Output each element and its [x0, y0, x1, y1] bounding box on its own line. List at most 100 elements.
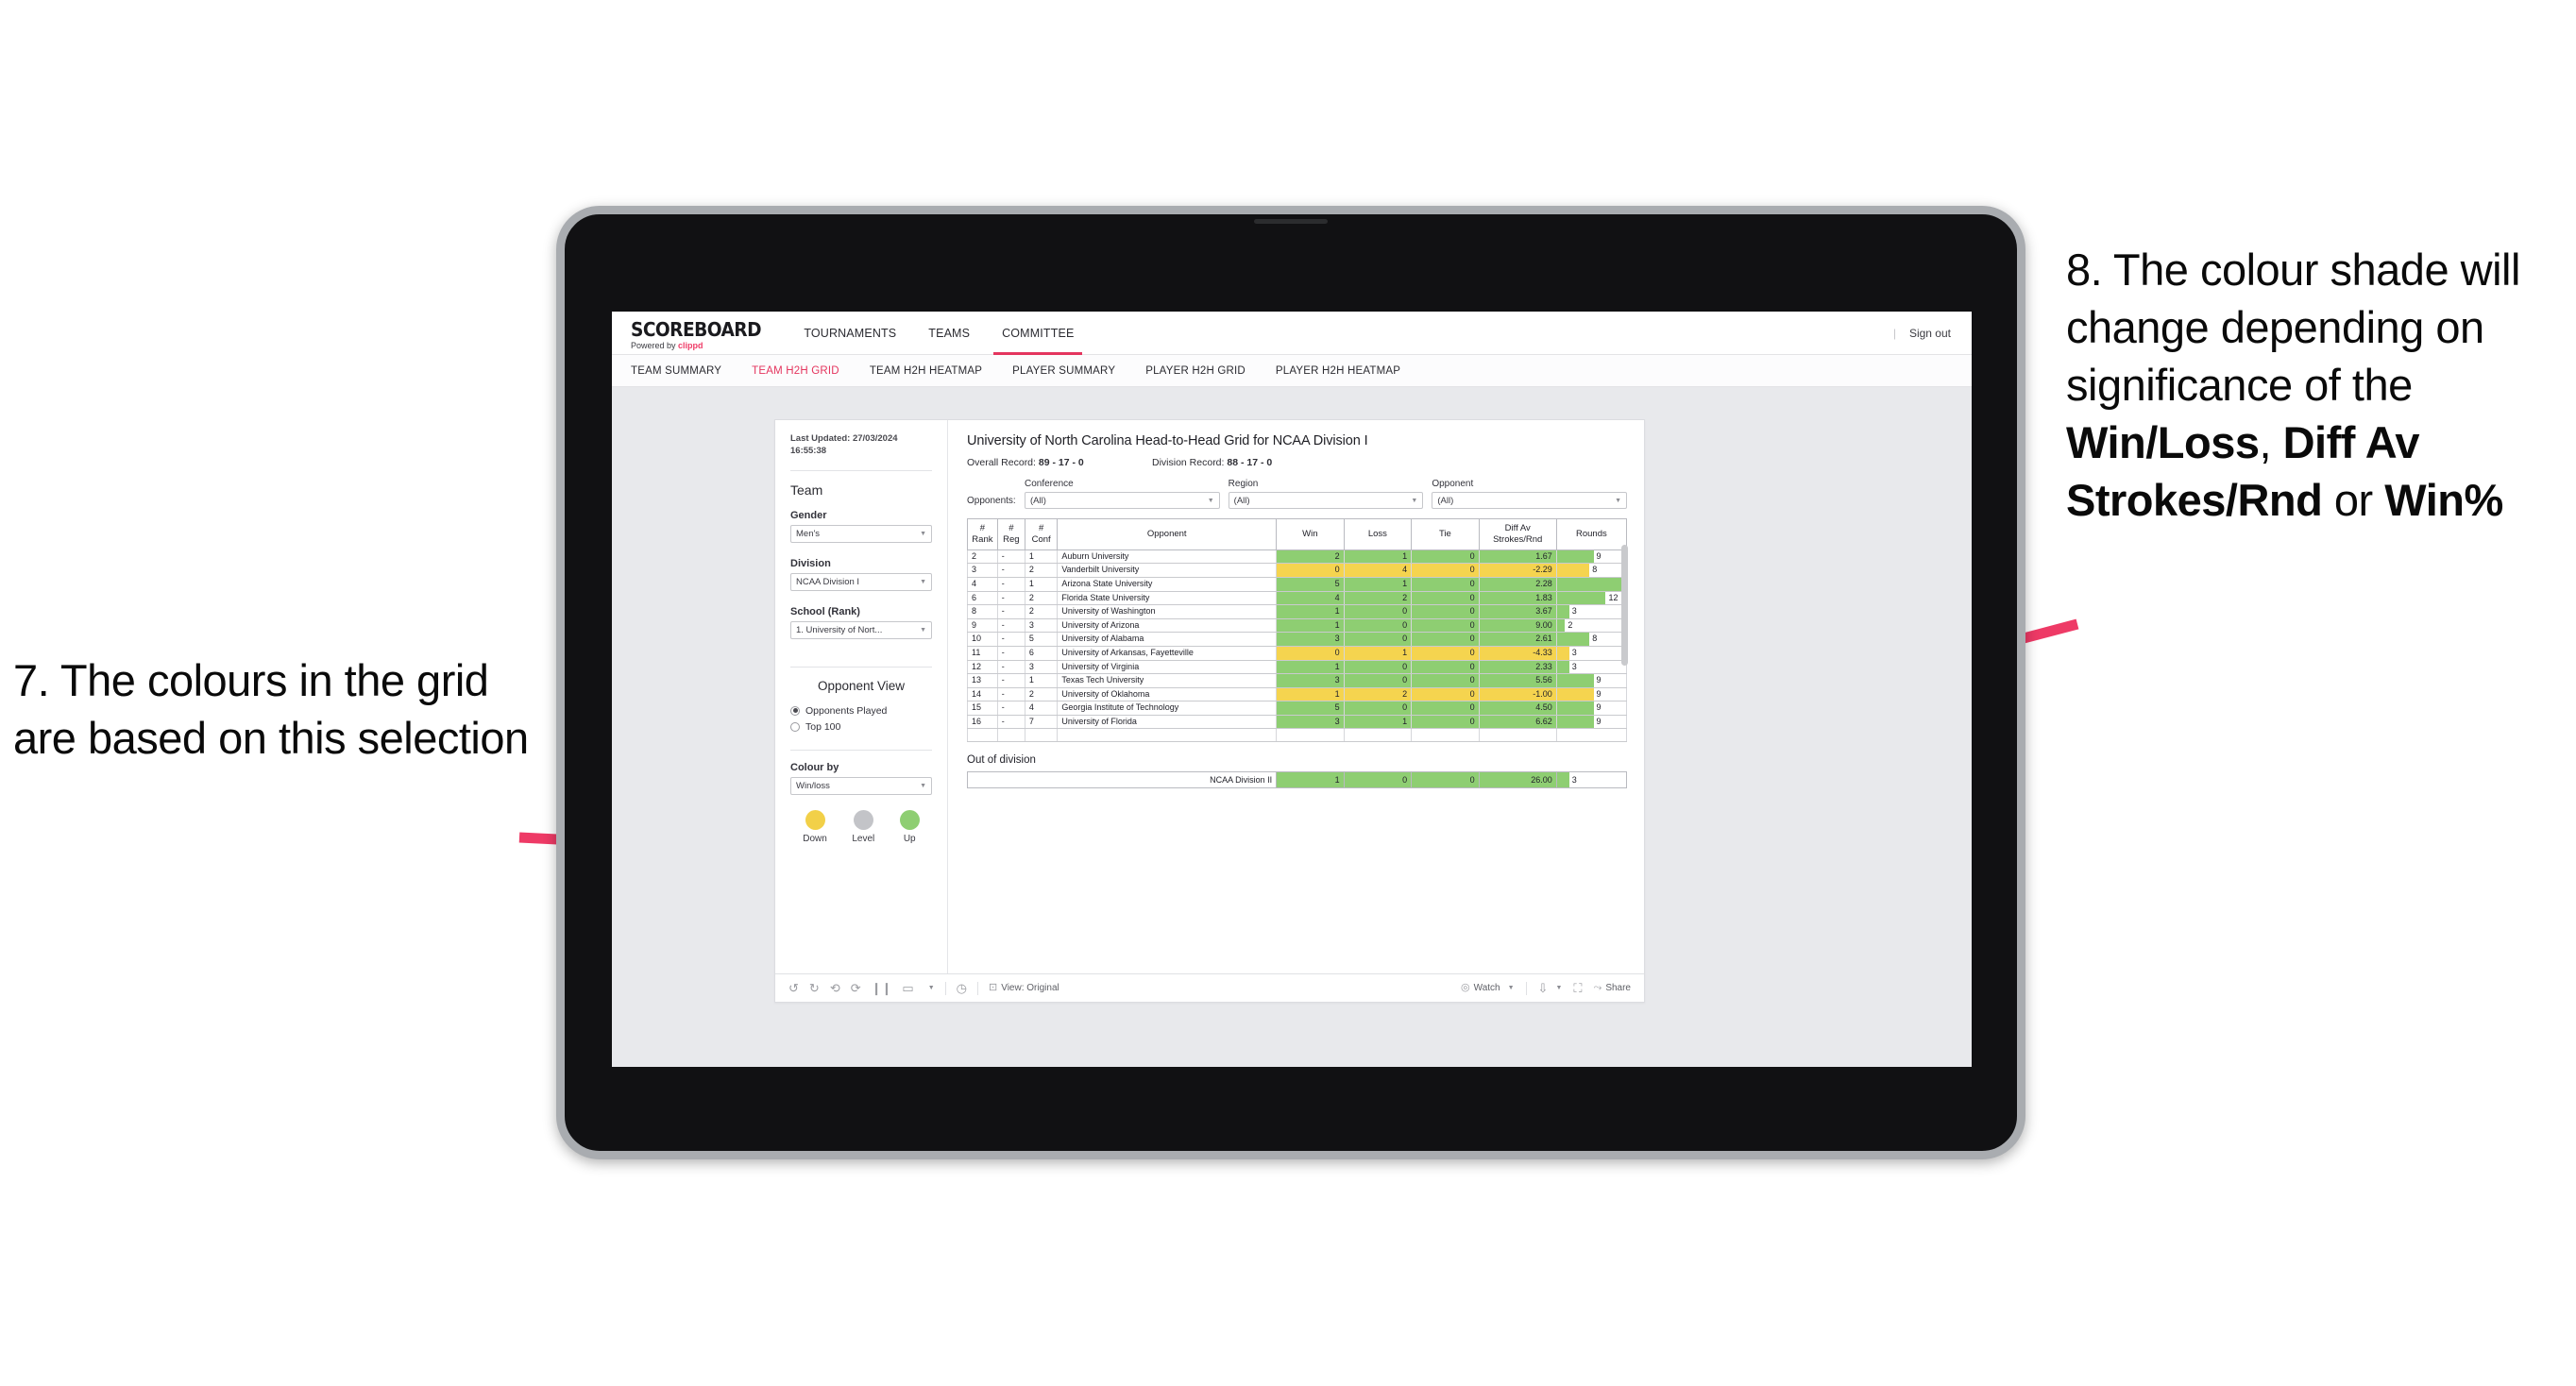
school-select[interactable]: 1. University of Nort... ▼ — [790, 620, 932, 639]
subnav-team-h2h-grid[interactable]: TEAM H2H GRID — [737, 365, 855, 377]
subnav-team-h2h-heatmap[interactable]: TEAM H2H HEATMAP — [855, 365, 997, 377]
cell-win: 3 — [1276, 715, 1345, 730]
table-row[interactable]: 4-1Arizona State University5102.2817 — [967, 577, 1628, 592]
chevron-down-icon: ▼ — [920, 626, 926, 634]
cell-rank: 9 — [967, 618, 998, 634]
cell-opponent: University of Alabama — [1057, 632, 1278, 647]
opponent-view-heading: Opponent View — [817, 678, 906, 693]
col-rounds[interactable]: Rounds — [1555, 518, 1628, 550]
rounds-value: 8 — [1592, 565, 1598, 575]
radio-top-100[interactable]: Top 100 — [790, 721, 932, 733]
cell-opponent: Auburn University — [1057, 549, 1278, 565]
undo-icon[interactable]: ↺ — [788, 982, 799, 994]
h2h-header-row: # Rank # Reg # Conf Opponent Win Loss Tie D… — [967, 518, 1628, 550]
revert-icon[interactable]: ⟲ — [830, 982, 840, 994]
chevron-down-icon: ▼ — [1615, 497, 1622, 504]
table-row[interactable]: 9-3 University of Arizona 1 0 0 9.00 2 — [967, 618, 1628, 634]
annotation-8-text-run: , — [2259, 417, 2283, 468]
table-row[interactable]: 6-2 Florida State University 4 2 0 1.83 12 — [967, 591, 1628, 606]
legend-label-up: Up — [903, 833, 916, 844]
table-scrollbar[interactable] — [1621, 545, 1628, 666]
opponent-select[interactable]: (All) ▼ — [1432, 492, 1628, 509]
share-label: Share — [1605, 983, 1631, 993]
table-row[interactable]: 11-6 University of Arkansas, Fayetteville… — [967, 646, 1628, 661]
table-row[interactable]: 3-2 Vanderbilt University 0 4 0 -2.29 8 — [967, 563, 1628, 578]
division-value: NCAA Division I — [796, 576, 860, 587]
cell-reg: - — [996, 618, 1025, 634]
out-of-division-row[interactable]: NCAA Division II 1 0 0 26.00 3 — [966, 771, 1628, 789]
col-conf[interactable]: # Conf — [1024, 518, 1059, 550]
subnav-player-summary[interactable]: PLAYER SUMMARY — [997, 365, 1130, 377]
cell-win: 1 — [1276, 660, 1345, 675]
out-of-division-body: NCAA Division II 1 0 0 26.00 3 — [966, 771, 1628, 789]
signout-link[interactable]: Sign out — [1909, 327, 1951, 340]
col-rank[interactable]: # Rank — [967, 518, 998, 550]
nav-committee[interactable]: COMMITTEE — [986, 312, 1090, 355]
table-row[interactable]: 2-1 Auburn University 2 1 0 1.67 9 — [967, 549, 1628, 565]
empty-cell — [1555, 728, 1628, 743]
annotation-8-text-run: or — [2322, 475, 2385, 526]
redo-icon[interactable]: ↻ — [809, 982, 820, 994]
annotation-8-text-run: 8. The colour shade will change dependin… — [2066, 245, 2520, 411]
empty-cell — [1024, 728, 1059, 743]
school-field: School (Rank) 1. University of Nort... ▼ — [790, 606, 932, 639]
school-label: School (Rank) — [790, 605, 860, 617]
subnav-player-h2h-grid[interactable]: PLAYER H2H GRID — [1130, 365, 1261, 377]
colour-by-label: Colour by — [790, 761, 839, 773]
col-diff-av-strokes-rnd[interactable]: Diff Av Strokes/Rnd — [1478, 518, 1557, 550]
nav-teams[interactable]: TEAMS — [912, 312, 986, 354]
subnav-team-summary[interactable]: TEAM SUMMARY — [631, 365, 737, 377]
table-row[interactable]: 15-4 Georgia Institute of Technology 5 0 0 4.… — [967, 701, 1628, 716]
rounds-bar — [1557, 646, 1569, 660]
viz-title: University of North Carolina Head-to-Hea… — [967, 433, 1368, 448]
divider — [790, 749, 932, 751]
view-original-button[interactable]: ⊡ View: Original — [989, 983, 1059, 994]
watch-button[interactable]: ◎ Watch ▼ — [1461, 983, 1515, 994]
chevron-down-icon[interactable]: ▼ — [928, 985, 935, 991]
conference-select[interactable]: (All) ▼ — [1025, 492, 1220, 509]
colour-by-field: Colour by Win/loss ▼ — [790, 762, 932, 795]
gender-select[interactable]: Men's ▼ — [790, 524, 932, 543]
radio-top-100-label: Top 100 — [805, 720, 841, 733]
refresh-data-icon[interactable]: ⟳ — [851, 982, 861, 994]
cell-rank: 11 — [967, 646, 998, 661]
pause-auto-updates-icon[interactable]: ❙❙ — [872, 982, 892, 994]
col-opponent[interactable]: Opponent — [1057, 518, 1278, 550]
cell-rounds: 3 — [1555, 660, 1628, 675]
cell-reg: - — [996, 646, 1025, 661]
colour-by-select[interactable]: Win/loss ▼ — [790, 776, 932, 795]
cell-reg: - — [996, 563, 1025, 578]
cell-win: 1 — [1276, 604, 1345, 619]
table-row[interactable]: 10-5 University of Alabama 3 0 0 2.61 8 — [967, 632, 1628, 647]
reset-icon[interactable]: ▭ — [902, 982, 913, 994]
table-row[interactable]: 14-2 University of Oklahoma 1 2 0 -1.00 9 — [967, 687, 1628, 702]
col-tie[interactable]: Tie — [1411, 518, 1480, 550]
cell-loss: 1 — [1343, 646, 1413, 661]
subnav-player-h2h-heatmap[interactable]: PLAYER H2H HEATMAP — [1261, 365, 1415, 377]
division-select[interactable]: NCAA Division I ▼ — [790, 572, 932, 591]
gender-field: Gender Men's ▼ — [790, 510, 932, 543]
cell-diff-av-strokes: 5.56 — [1478, 673, 1557, 688]
signout-area: | Sign out — [1893, 312, 1972, 354]
col-rank-l1: # — [979, 523, 986, 533]
col-win[interactable]: Win — [1276, 518, 1345, 550]
chevron-down-icon: ▼ — [1507, 985, 1515, 991]
cell-rounds: 17 — [1555, 577, 1628, 592]
radio-opponents-played[interactable]: Opponents Played — [790, 705, 932, 717]
region-select[interactable]: (All) ▼ — [1228, 492, 1424, 509]
col-loss[interactable]: Loss — [1343, 518, 1413, 550]
share-icon: ⤳ — [1593, 982, 1602, 993]
fullscreen-icon[interactable]: ⛶ — [1573, 982, 1582, 994]
chevron-down-icon: ▼ — [1207, 497, 1214, 504]
share-button[interactable]: ⤳ Share — [1593, 982, 1632, 994]
table-row[interactable]: 13-1 Texas Tech University 3 0 0 5.56 9 — [967, 673, 1628, 688]
table-row[interactable]: 16-7 University of Florida 3 1 0 6.62 9 — [967, 715, 1628, 730]
download-button[interactable]: ⇩ ▼ — [1538, 982, 1563, 994]
col-reg[interactable]: # Reg — [996, 518, 1025, 550]
table-row[interactable]: 8-2 University of Washington 1 0 0 3.67 3 — [967, 604, 1628, 619]
cell-rank: 2 — [967, 549, 998, 565]
table-row[interactable]: 12-3 University of Virginia 1 0 0 2.33 3 — [967, 660, 1628, 675]
clock-history-icon[interactable]: ◷ — [957, 982, 967, 994]
nav-tournaments[interactable]: TOURNAMENTS — [788, 312, 912, 354]
viz-card: Last Updated: 27/03/2024 16:55:38 Team G… — [774, 419, 1645, 1003]
